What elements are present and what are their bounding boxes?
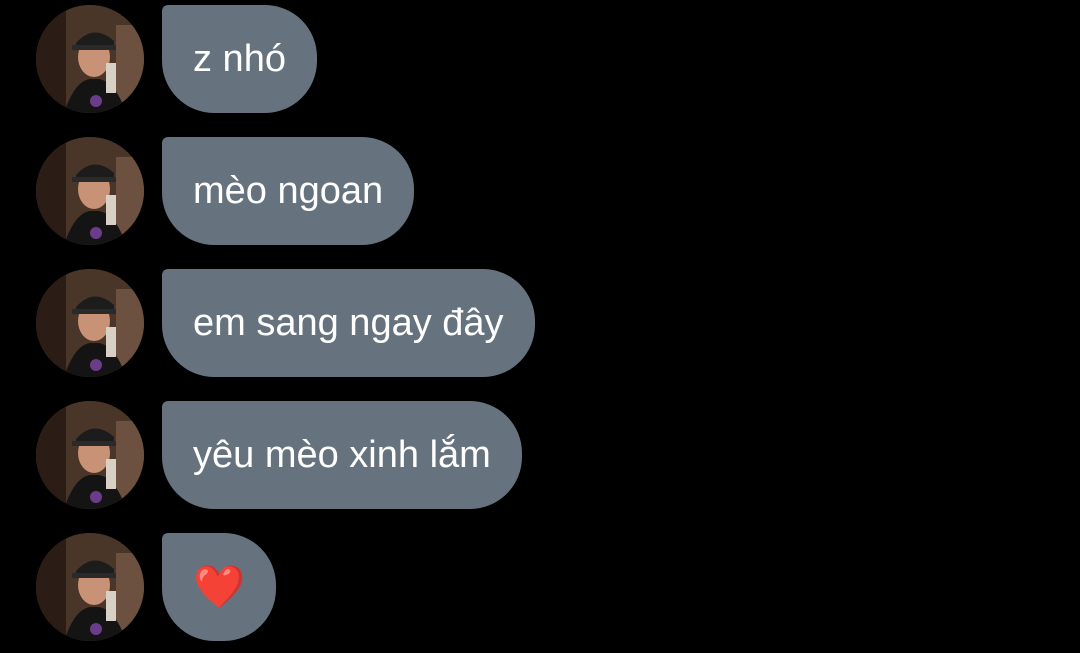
- message-bubble[interactable]: em sang ngay đây: [162, 269, 535, 377]
- message-row: yêu mèo xinh lắm: [0, 401, 1080, 509]
- message-row: em sang ngay đây: [0, 269, 1080, 377]
- message-row: mèo ngoan: [0, 137, 1080, 245]
- message-row: z nhó: [0, 5, 1080, 113]
- heart-emoji-bubble[interactable]: ❤️: [162, 533, 277, 641]
- avatar[interactable]: [36, 269, 144, 377]
- avatar[interactable]: [36, 5, 144, 113]
- avatar[interactable]: [36, 137, 144, 245]
- message-bubble[interactable]: yêu mèo xinh lắm: [162, 401, 522, 509]
- message-row: ❤️: [0, 533, 1080, 641]
- message-bubble[interactable]: mèo ngoan: [162, 137, 415, 245]
- avatar[interactable]: [36, 533, 144, 641]
- chat-thread: z nhó mèo ngoan em sang ngay đây yêu mèo…: [0, 0, 1080, 653]
- avatar[interactable]: [36, 401, 144, 509]
- message-bubble[interactable]: z nhó: [162, 5, 317, 113]
